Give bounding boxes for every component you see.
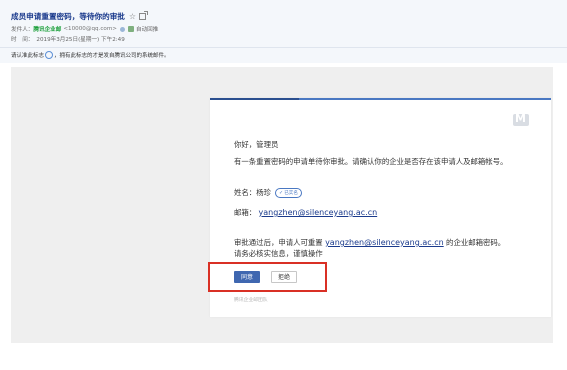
time-label: 时 间：: [11, 37, 34, 43]
applicant-email-row: 邮箱： yangzhen@silenceyang.ac.cn: [234, 207, 377, 218]
approve-note-after: 的企业邮箱密码。: [446, 238, 506, 247]
applicant-email-link[interactable]: yangzhen@silenceyang.ac.cn: [259, 208, 378, 217]
approve-button[interactable]: 同意: [234, 271, 260, 283]
sender-address: <10000@qq.com>: [63, 26, 117, 32]
applicant-name-row: 姓名： 杨珍 ✓ 已实名: [234, 187, 302, 198]
name-value: 杨珍: [256, 188, 271, 197]
mail-subject: 成员申请重置密码，等待你的审批: [11, 11, 125, 21]
check-icon: ✓: [278, 189, 284, 196]
verified-label: 已实名: [284, 190, 298, 196]
time-value: 2019年3月25日(星期一) 下午2:49: [36, 37, 125, 43]
mail-header: 成员申请重置密码，等待你的审批 ☆ 发件人： 腾讯企业邮 <10000@qq.c…: [0, 0, 567, 63]
email-label: 邮箱：: [234, 208, 257, 217]
sender-row: 发件人： 腾讯企业邮 <10000@qq.com> 自动回推: [11, 25, 158, 33]
reject-button[interactable]: 拒绝: [271, 271, 297, 283]
tencent-mail-logo-icon: [513, 112, 529, 126]
intro-text: 有一条重置密码的申请单待你审批。请确认你的企业是否存在该申请人及邮箱帐号。: [234, 157, 508, 166]
approve-note-email-link[interactable]: yangzhen@silenceyang.ac.cn: [325, 238, 444, 247]
question-mark-icon: [45, 51, 54, 59]
star-icon[interactable]: ☆: [129, 12, 136, 21]
popout-icon[interactable]: [139, 10, 149, 20]
name-label: 姓名：: [234, 188, 257, 197]
sender-label: 发件人：: [11, 27, 34, 33]
security-notice: 请认准此标志 ，拥有此标志的才是发自腾讯公司的系统邮件。: [11, 51, 170, 59]
approve-note: 审批通过后，申请人可重置 yangzhen@silenceyang.ac.cn …: [234, 237, 505, 248]
notice-prefix: 请认准此标志: [11, 53, 45, 59]
contact-icon[interactable]: [119, 26, 125, 32]
caution-text: 请务必核实信息，谨慎操作: [234, 249, 323, 258]
subject-row: 成员申请重置密码，等待你的审批 ☆: [11, 9, 149, 23]
approve-note-before: 审批通过后，申请人可重置: [234, 238, 323, 247]
verified-badge: ✓ 已实名: [274, 187, 302, 198]
sender-name[interactable]: 腾讯企业邮: [33, 25, 61, 33]
greeting: 你好，管理员: [234, 140, 279, 149]
card-footer: 腾讯企业邮团队: [234, 298, 268, 303]
auto-reply-label: 自动回推: [135, 27, 159, 33]
header-divider: [0, 47, 567, 48]
time-row: 时 间： 2019年3月25日(星期一) 下午2:49: [11, 35, 125, 43]
notice-suffix: ，拥有此标志的才是发自腾讯公司的系统邮件。: [54, 53, 170, 59]
card-accent-bar: [210, 98, 299, 100]
highlight-box: [208, 262, 327, 292]
shield-icon: [127, 26, 134, 32]
